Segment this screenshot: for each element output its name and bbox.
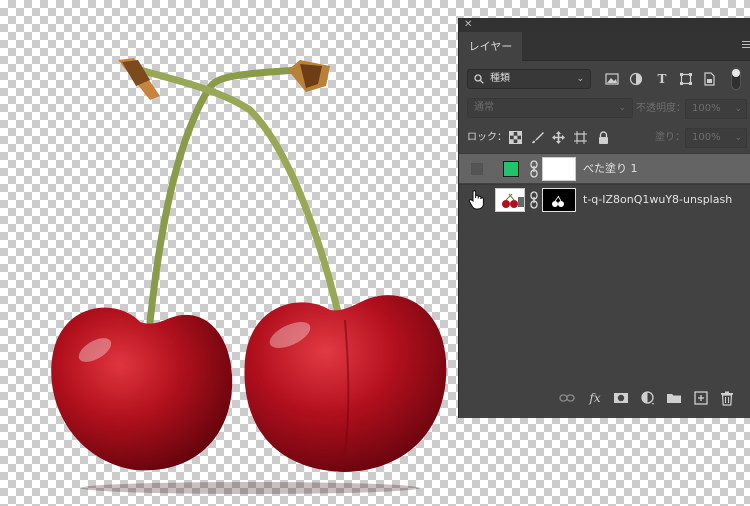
new-layer-icon[interactable]: [693, 390, 709, 406]
filter-kind-label: 種類: [490, 73, 510, 84]
hand-pointer-icon[interactable]: [467, 189, 487, 211]
search-icon: [474, 74, 484, 84]
opacity-value: 100%: [692, 103, 721, 114]
fill-color-thumbnail[interactable]: [503, 161, 519, 177]
toggle-knob: [732, 69, 740, 77]
filter-kind-select[interactable]: 種類 ⌄: [467, 69, 591, 89]
image-filter-icon[interactable]: [605, 72, 619, 86]
fill-value: 100%: [692, 132, 721, 143]
fill-label: 塗り：: [655, 132, 685, 143]
lock-label: ロック：: [467, 132, 507, 143]
chevron-down-icon: ⌄: [576, 74, 584, 84]
layer-row-solid-fill[interactable]: べた塗り 1: [459, 153, 750, 183]
shape-filter-icon[interactable]: [679, 72, 693, 86]
chevron-down-icon: ⌄: [734, 104, 742, 114]
new-adjustment-icon[interactable]: [640, 390, 656, 406]
chevron-down-icon: ⌄: [618, 103, 626, 113]
panel-tab-bar: レイヤー: [459, 32, 750, 61]
layers-bottom-bar: fx: [459, 386, 750, 412]
menu-lines-icon[interactable]: [742, 40, 750, 50]
layer-name[interactable]: t-q-IZ8onQ1wuY8-unsplash: [583, 185, 732, 215]
fx-icon[interactable]: fx: [587, 390, 603, 406]
layer-mask-thumbnail[interactable]: [542, 188, 576, 212]
delete-layer-icon[interactable]: [719, 390, 735, 406]
lock-all-icon[interactable]: [597, 131, 610, 144]
adjustment-filter-icon[interactable]: [629, 72, 643, 86]
close-icon[interactable]: ✕: [464, 19, 472, 30]
opacity-label: 不透明度：: [636, 103, 686, 114]
layer-name[interactable]: べた塗り 1: [583, 154, 638, 184]
lock-row: ロック： 塗り： 100% ⌄: [459, 128, 750, 148]
add-mask-icon[interactable]: [613, 390, 629, 406]
smartobject-filter-icon[interactable]: [702, 72, 716, 86]
filter-toggle[interactable]: [731, 68, 741, 90]
layer-mask-thumbnail[interactable]: [542, 157, 576, 181]
new-group-icon[interactable]: [666, 390, 682, 406]
panel-title-strip: ✕: [459, 18, 750, 32]
chevron-down-icon: ⌄: [734, 133, 742, 143]
visibility-toggle-empty[interactable]: [471, 163, 483, 175]
layer-image-thumbnail[interactable]: [495, 188, 525, 212]
lock-artboard-icon[interactable]: [574, 131, 587, 144]
tab-layers[interactable]: レイヤー: [459, 32, 522, 61]
lock-position-icon[interactable]: [552, 131, 565, 144]
layers-panel: ✕ レイヤー 種類 ⌄ T 通常 ⌄ 不透明度： 100% ⌄ ロック： 塗り：…: [458, 18, 750, 418]
layer-row-photo[interactable]: t-q-IZ8onQ1wuY8-unsplash: [459, 184, 750, 214]
link-chain-icon[interactable]: [529, 160, 539, 178]
lock-image-icon[interactable]: [531, 131, 544, 144]
link-chain-icon[interactable]: [529, 191, 539, 209]
blend-mode-label: 通常: [474, 102, 494, 113]
fill-field[interactable]: 100% ⌄: [685, 128, 747, 148]
filter-row: 種類 ⌄ T: [459, 66, 750, 92]
opacity-field[interactable]: 100% ⌄: [685, 99, 747, 119]
type-filter-icon[interactable]: T: [655, 72, 669, 86]
link-layers-icon[interactable]: [559, 390, 575, 406]
blend-row: 通常 ⌄ 不透明度： 100% ⌄: [459, 98, 750, 120]
blend-mode-select[interactable]: 通常 ⌄: [467, 98, 633, 118]
lock-transparent-icon[interactable]: [509, 131, 522, 144]
